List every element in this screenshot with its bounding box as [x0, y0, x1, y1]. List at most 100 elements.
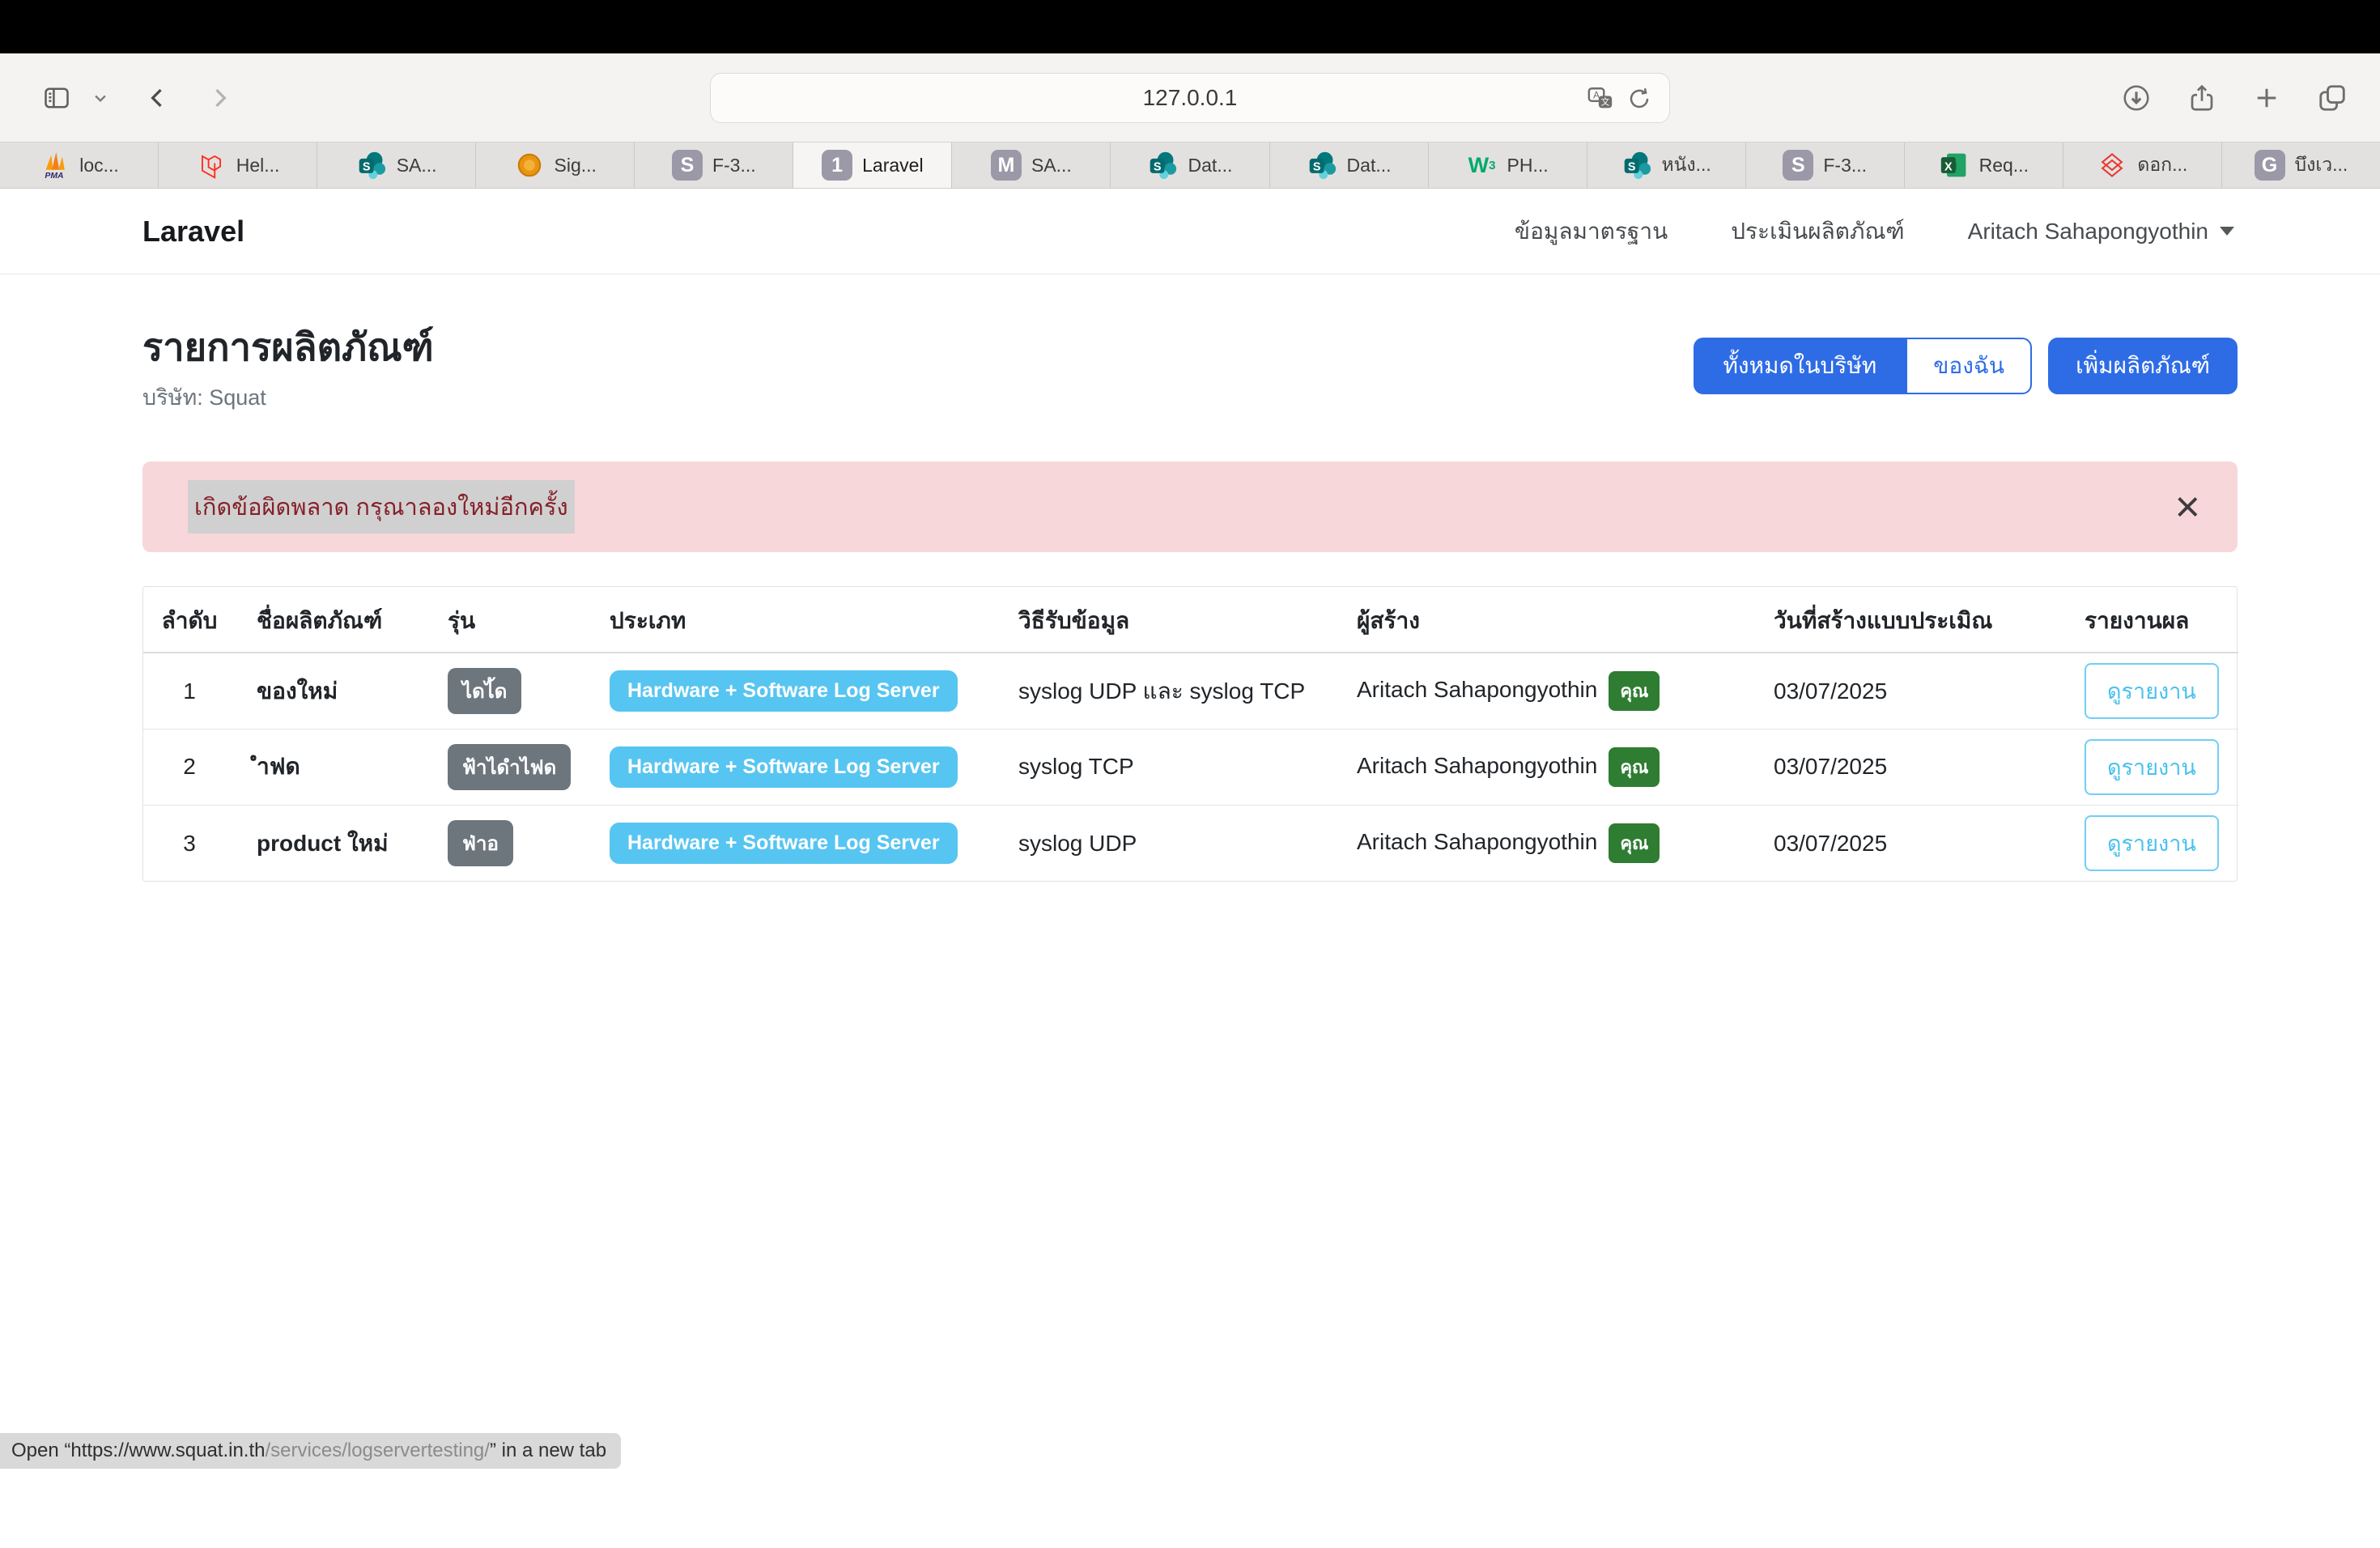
downloads-icon[interactable]	[2121, 83, 2152, 113]
sidebar-toggle-icon[interactable]	[42, 83, 71, 113]
browser-tab-หนัง-[interactable]: S หนัง...	[1587, 142, 1746, 188]
orange-icon	[514, 150, 545, 181]
tab-overview-icon[interactable]	[2317, 83, 2348, 113]
reload-icon[interactable]	[1627, 87, 1651, 111]
col-header-no: ลำดับ	[143, 587, 244, 653]
brand-link[interactable]: Laravel	[142, 215, 244, 249]
svg-text:文: 文	[1601, 97, 1610, 108]
title-block: รายการผลิตภัณฑ์ บริษัท: Squat	[142, 325, 434, 415]
tab-label: Req...	[1979, 155, 2029, 176]
svg-text:S: S	[1627, 160, 1635, 173]
sharepoint-icon: S	[1307, 150, 1337, 181]
cell-product-name: ำฟด	[244, 729, 435, 805]
translate-icon[interactable]: A 文	[1587, 85, 1614, 113]
svg-text:S: S	[1312, 160, 1320, 173]
letter-icon: M	[991, 150, 1022, 181]
cell-no: 2	[143, 729, 244, 805]
add-product-button[interactable]: เพิ่มผลิตภัณฑ์	[2048, 338, 2238, 394]
tab-label: หนัง...	[1662, 151, 1711, 180]
tab-label: SA...	[397, 155, 437, 176]
creator-name: Aritach Sahapongyothin	[1357, 829, 1597, 854]
col-header-model: รุ่น	[435, 587, 597, 653]
nav-link-evaluate[interactable]: ประเมินผลิตภัณฑ์	[1731, 214, 1904, 249]
tab-label: Laravel	[862, 155, 923, 176]
tab-label: Hel...	[236, 155, 280, 176]
svg-text:X: X	[1944, 160, 1953, 173]
browser-tab-laravel[interactable]: 1 Laravel	[793, 142, 952, 188]
creator-name: Aritach Sahapongyothin	[1357, 677, 1597, 702]
browser-tab-dat-[interactable]: S Dat...	[1270, 142, 1429, 188]
model-badge: ฟ้าไดำไฟด	[448, 744, 571, 790]
tab-label: ดอก...	[2137, 151, 2187, 180]
letter-icon: 1	[822, 150, 852, 181]
letter-icon: S	[1783, 150, 1813, 181]
view-report-button[interactable]: ดูรายงาน	[2085, 815, 2219, 871]
status-bar-link-preview: Open “https://www.squat.in.th/services/l…	[0, 1433, 621, 1469]
forward-icon[interactable]	[206, 84, 233, 112]
close-icon[interactable]: ×	[2174, 485, 2200, 529]
svg-text:S: S	[1154, 160, 1162, 173]
sharepoint-icon: S	[356, 150, 387, 181]
user-name: Aritach Sahapongyothin	[1968, 219, 2208, 245]
back-icon[interactable]	[144, 84, 172, 112]
view-report-button[interactable]: ดูรายงาน	[2085, 663, 2219, 719]
browser-tab-ดอก-[interactable]: ดอก...	[2063, 142, 2222, 188]
laravel-icon	[196, 150, 227, 181]
cell-product-name: ของใหม่	[244, 653, 435, 729]
company-subtitle: บริษัท: Squat	[142, 380, 434, 415]
owner-badge: คุณ	[1609, 823, 1660, 863]
browser-tab-sig-[interactable]: Sig...	[476, 142, 635, 188]
browser-tab-hel-[interactable]: Hel...	[159, 142, 317, 188]
view-report-button[interactable]: ดูรายงาน	[2085, 739, 2219, 795]
macos-menubar	[0, 0, 2380, 53]
nav-link-standards[interactable]: ข้อมูลมาตรฐาน	[1515, 214, 1668, 249]
sidebar-chevron-down-icon[interactable]	[92, 90, 108, 106]
browser-tab-sa-[interactable]: M SA...	[952, 142, 1111, 188]
cell-product-name: product ใหม่	[244, 805, 435, 881]
browser-tab-บึงเว-[interactable]: G บึงเว...	[2222, 142, 2380, 188]
cell-method: syslog UDP	[1005, 805, 1337, 881]
col-header-creator: ผู้สร้าง	[1337, 587, 1754, 653]
status-text: Open “https://www.squat.in.th	[11, 1440, 266, 1461]
error-alert: เกิดข้อผิดพลาด กรุณาลองใหม่อีกครั้ง ×	[142, 461, 2238, 552]
share-icon[interactable]	[2187, 83, 2216, 113]
cell-creator: Aritach Sahapongyothin คุณ	[1337, 805, 1754, 881]
status-link-path: /services/logservertesting/	[266, 1440, 490, 1461]
creator-name: Aritach Sahapongyothin	[1357, 753, 1597, 778]
cell-creator: Aritach Sahapongyothinคุณ	[1337, 729, 1754, 805]
cell-no: 3	[143, 805, 244, 881]
browser-tab-f-3-[interactable]: S F-3...	[635, 142, 793, 188]
browser-tab-sa-[interactable]: S SA...	[317, 142, 476, 188]
col-header-method: วิธีรับข้อมูล	[1005, 587, 1337, 653]
table-row: 2 ำฟด ฟ้าไดำไฟด Hardware + Software Log …	[143, 729, 2238, 805]
browser-tab-dat-[interactable]: S Dat...	[1111, 142, 1269, 188]
browser-toolbar: 127.0.0.1 A 文	[0, 53, 2380, 142]
model-badge: ฟ่าอ	[448, 820, 513, 866]
tab-label: F-3...	[1823, 155, 1867, 176]
table-row: 3 product ใหม่ ฟ่าอ Hardware + Software …	[143, 805, 2238, 881]
type-badge: Hardware + Software Log Server	[610, 670, 958, 712]
excel-icon: X	[1939, 150, 1970, 181]
browser-tab-req-[interactable]: X Req...	[1905, 142, 2063, 188]
type-badge: Hardware + Software Log Server	[610, 823, 958, 864]
svg-text:PMA: PMA	[45, 172, 64, 181]
tab-label: loc...	[79, 155, 119, 176]
page-title: รายการผลิตภัณฑ์	[142, 325, 434, 370]
filter-mine-button[interactable]: ของฉัน	[1906, 338, 2032, 394]
browser-tab-ph-[interactable]: W3 PH...	[1429, 142, 1587, 188]
browser-tab-f-3-[interactable]: S F-3...	[1746, 142, 1905, 188]
new-tab-icon[interactable]	[2252, 83, 2281, 113]
products-table: ลำดับ ชื่อผลิตภัณฑ์ รุ่น ประเภท วิธีรับข…	[142, 586, 2238, 882]
svg-text:S: S	[363, 160, 371, 173]
page-viewport: Laravel ข้อมูลมาตรฐาน ประเมินผลิตภัณฑ์ A…	[0, 189, 2380, 1472]
tab-label: PH...	[1507, 155, 1549, 176]
col-header-name: ชื่อผลิตภัณฑ์	[244, 587, 435, 653]
sharepoint-icon: S	[1147, 150, 1178, 181]
filter-all-button[interactable]: ทั้งหมดในบริษัท	[1694, 338, 1906, 394]
user-menu[interactable]: Aritach Sahapongyothin	[1968, 219, 2234, 245]
address-bar[interactable]: 127.0.0.1 A 文	[710, 73, 1670, 123]
browser-tab-loc-[interactable]: PMA loc...	[0, 142, 159, 188]
address-url[interactable]: 127.0.0.1	[1143, 85, 1238, 111]
type-badge: Hardware + Software Log Server	[610, 746, 958, 788]
error-alert-message: เกิดข้อผิดพลาด กรุณาลองใหม่อีกครั้ง	[188, 480, 575, 534]
